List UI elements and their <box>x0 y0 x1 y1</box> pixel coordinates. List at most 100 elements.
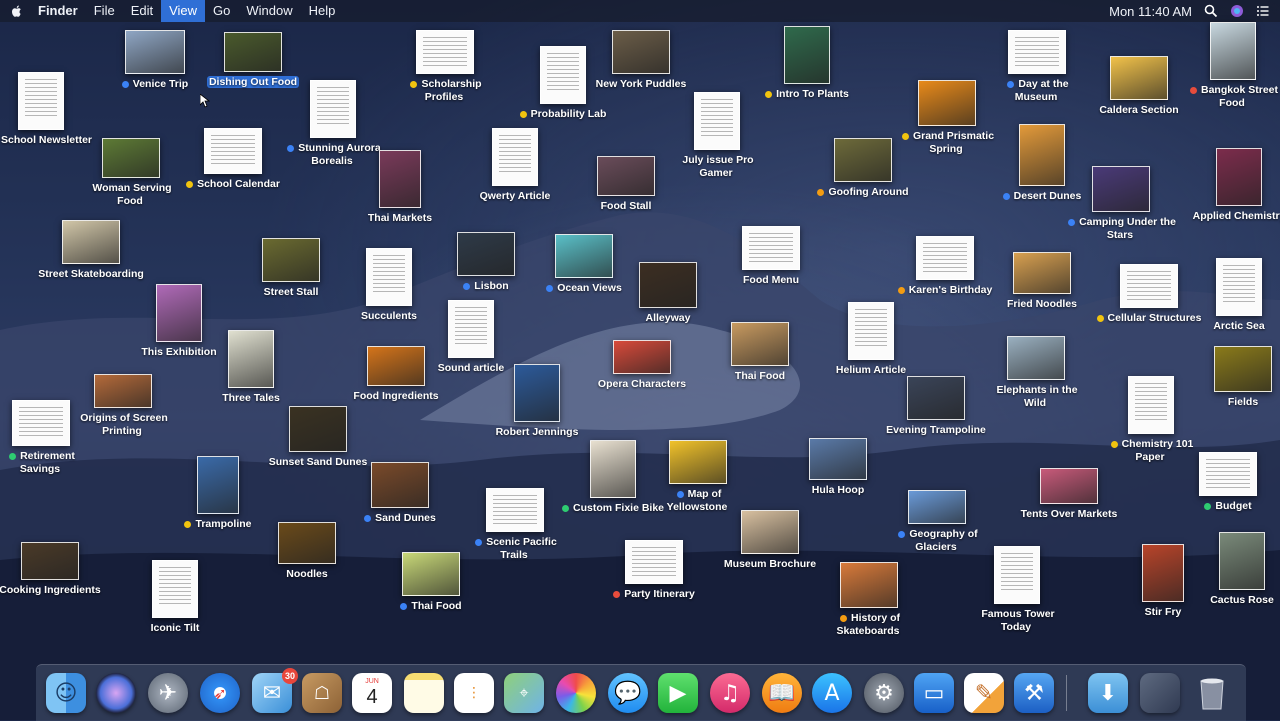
keynote-icon[interactable]: ▭ <box>914 673 954 713</box>
image-thumbnail-icon <box>590 440 636 498</box>
desktop-file-item[interactable]: Three Tales <box>196 330 306 405</box>
desktop-file-item[interactable]: Karen's Birthday <box>890 236 1000 297</box>
desktop-file-item[interactable]: Fried Noodles <box>987 252 1097 311</box>
notes-icon[interactable] <box>404 673 444 713</box>
document-thumbnail-icon <box>18 72 64 130</box>
desktop-file-item[interactable]: Arctic Sea <box>1184 258 1280 333</box>
desktop-file-item[interactable]: Qwerty Article <box>460 128 570 203</box>
dock: ☺ ✈ ➶ ✉ 30 ☖ JUN 4 ⋮ ⌖ 💬 ▶ ♫ 📖 A ⚙ ▭ ✎ ⚒ … <box>36 664 1246 721</box>
menubar-clock[interactable]: Mon 11:40 AM <box>1109 4 1192 19</box>
contacts-icon[interactable]: ☖ <box>302 673 342 713</box>
desktop-file-item[interactable]: Food Ingredients <box>341 346 451 403</box>
recent-stack-icon[interactable] <box>1140 673 1180 713</box>
menu-edit[interactable]: Edit <box>123 0 161 22</box>
menu-go[interactable]: Go <box>205 0 238 22</box>
siri-icon[interactable] <box>96 673 136 713</box>
photos-icon[interactable] <box>556 673 596 713</box>
maps-icon[interactable]: ⌖ <box>504 673 544 713</box>
desktop-file-item[interactable]: School Calendar <box>178 128 288 191</box>
desktop-file-item[interactable]: Opera Characters <box>587 340 697 391</box>
desktop-file-item[interactable]: Retirement Savings <box>0 400 96 476</box>
spotlight-search-icon[interactable] <box>1204 4 1218 18</box>
apple-menu-icon[interactable] <box>10 4 24 18</box>
calendar-icon[interactable]: JUN 4 <box>352 673 392 713</box>
xcode-icon[interactable]: ⚒ <box>1014 673 1054 713</box>
desktop-file-item[interactable]: Street Skateboarding <box>36 220 146 281</box>
desktop-file-item[interactable]: Bangkok Street Food <box>1178 22 1280 110</box>
desktop-file-label: Evening Trampoline <box>884 424 988 436</box>
desktop-file-item[interactable]: Geography of Glaciers <box>882 490 992 554</box>
safari-icon[interactable]: ➶ <box>200 673 240 713</box>
desktop-file-item[interactable]: Camping Under the Stars <box>1066 166 1176 242</box>
desktop-file-label: Venice Trip <box>120 78 190 90</box>
desktop-file-item[interactable]: Scenic Pacific Trails <box>460 488 570 562</box>
desktop-file-item[interactable]: Thai Markets <box>345 150 455 225</box>
desktop-file-item[interactable]: Evening Trampoline <box>881 376 991 437</box>
desktop-file-item[interactable]: Iconic Tilt <box>120 560 230 635</box>
desktop-file-item[interactable]: Noodles <box>252 522 362 581</box>
desktop-file-item[interactable]: Hula Hoop <box>783 438 893 497</box>
facetime-icon[interactable]: ▶ <box>658 673 698 713</box>
trash-icon[interactable] <box>1192 673 1232 713</box>
desktop-file-item[interactable]: Cactus Rose <box>1187 532 1280 607</box>
desktop-file-item[interactable]: Chemistry 101 Paper <box>1096 376 1206 464</box>
menu-window[interactable]: Window <box>238 0 300 22</box>
ibooks-icon[interactable]: 📖 <box>762 673 802 713</box>
itunes-icon[interactable]: ♫ <box>710 673 750 713</box>
desktop-file-item[interactable]: Helium Article <box>816 302 926 377</box>
finder-icon[interactable]: ☺ <box>46 673 86 713</box>
desktop-file-item[interactable]: Party Itinerary <box>599 540 709 601</box>
desktop-file-item[interactable]: Food Stall <box>571 156 681 213</box>
menu-finder[interactable]: Finder <box>38 0 86 22</box>
desktop-file-item[interactable]: Robert Jennings <box>482 364 592 439</box>
desktop-file-item[interactable]: Thai Food <box>376 552 486 613</box>
desktop-file-item[interactable]: Venice Trip <box>100 30 210 91</box>
desktop-file-item[interactable]: Cooking Ingredients <box>0 542 105 597</box>
menu-help[interactable]: Help <box>301 0 344 22</box>
pages-icon[interactable]: ✎ <box>964 673 1004 713</box>
desktop-file-item[interactable]: Alleyway <box>613 262 723 325</box>
desktop-file-item[interactable]: Applied Chemistry <box>1184 148 1280 223</box>
messages-icon[interactable]: 💬 <box>608 673 648 713</box>
desktop-file-item[interactable]: Scholarship Profiles <box>390 30 500 104</box>
desktop-file-item[interactable]: Sunset Sand Dunes <box>263 406 373 469</box>
menu-file[interactable]: File <box>86 0 123 22</box>
downloads-folder-icon[interactable]: ⬇ <box>1088 673 1128 713</box>
desktop-file-item[interactable]: Street Stall <box>236 238 346 299</box>
desktop-file-name: Camping Under the Stars <box>1079 216 1176 241</box>
desktop-file-item[interactable]: Budget <box>1173 452 1280 513</box>
image-thumbnail-icon <box>1210 22 1256 80</box>
menu-view[interactable]: View <box>161 0 206 22</box>
desktop-file-item[interactable]: New York Puddles <box>586 30 696 91</box>
desktop-file-item[interactable]: Sand Dunes <box>345 462 455 525</box>
desktop-file-item[interactable]: Museum Brochure <box>715 510 825 571</box>
desktop-file-item[interactable]: Elephants in the Wild <box>981 336 1091 410</box>
desktop-file-item[interactable]: Goofing Around <box>808 138 918 199</box>
desktop-file-item[interactable]: Food Menu <box>716 226 826 287</box>
desktop-file-label: Elephants in the Wild <box>994 384 1077 409</box>
desktop-file-item[interactable]: Tents Over Markets <box>1014 468 1124 521</box>
system-preferences-icon[interactable]: ⚙ <box>864 673 904 713</box>
app-store-icon[interactable]: A <box>812 673 852 713</box>
color-tag-icon <box>1068 218 1076 226</box>
desktop-file-name: Retirement Savings <box>19 450 75 475</box>
desktop-file-item[interactable]: Trampoline <box>163 456 273 531</box>
desktop-file-name: Museum Brochure <box>723 558 817 570</box>
desktop-file-name: Alleyway <box>645 312 691 324</box>
desktop-file-item[interactable]: Map of Yellowstone <box>643 440 753 514</box>
notification-center-icon[interactable] <box>1256 4 1270 18</box>
reminders-icon[interactable]: ⋮ <box>454 673 494 713</box>
image-thumbnail-icon <box>1040 468 1098 504</box>
launchpad-icon[interactable]: ✈ <box>148 673 188 713</box>
desktop-file-item[interactable]: Intro To Plants <box>752 26 862 101</box>
desktop-file-item[interactable]: Thai Food <box>705 322 815 383</box>
desktop-file-item[interactable]: Famous Tower Today <box>962 546 1072 634</box>
desktop-file-item[interactable]: Woman Serving Food <box>76 138 186 208</box>
siri-menubar-icon[interactable] <box>1230 4 1244 18</box>
mail-icon[interactable]: ✉ 30 <box>252 668 298 713</box>
document-thumbnail-icon <box>366 248 412 306</box>
desktop-file-item[interactable]: Lisbon <box>431 232 541 293</box>
desktop-file-item[interactable]: History of Skateboards <box>814 562 924 638</box>
desktop-file-item[interactable]: School Newsletter <box>0 72 96 147</box>
image-thumbnail-icon <box>731 322 789 366</box>
